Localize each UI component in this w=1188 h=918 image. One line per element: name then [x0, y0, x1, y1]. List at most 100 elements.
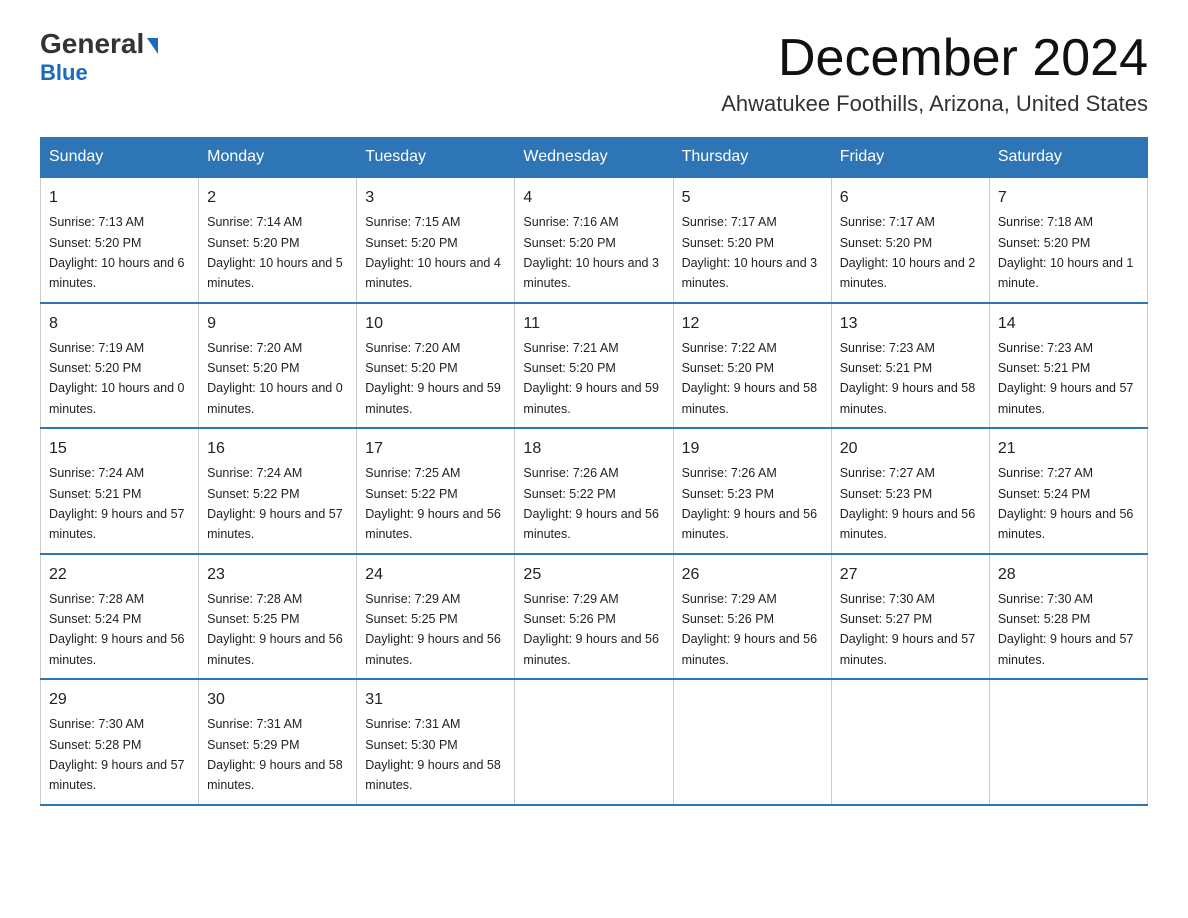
weekday-header-tuesday: Tuesday — [357, 138, 515, 178]
calendar-cell: 13 Sunrise: 7:23 AMSunset: 5:21 PMDayligh… — [831, 303, 989, 429]
day-number: 3 — [365, 186, 506, 210]
calendar-cell: 4 Sunrise: 7:16 AMSunset: 5:20 PMDaylight… — [515, 177, 673, 303]
day-number: 16 — [207, 437, 348, 461]
calendar-table: SundayMondayTuesdayWednesdayThursdayFrid… — [40, 137, 1148, 806]
day-info: Sunrise: 7:21 AMSunset: 5:20 PMDaylight:… — [523, 341, 659, 416]
day-info: Sunrise: 7:26 AMSunset: 5:22 PMDaylight:… — [523, 466, 659, 541]
weekday-header-wednesday: Wednesday — [515, 138, 673, 178]
logo: General Blue — [40, 30, 158, 86]
weekday-header-sunday: Sunday — [41, 138, 199, 178]
day-info: Sunrise: 7:17 AMSunset: 5:20 PMDaylight:… — [840, 215, 976, 290]
logo-blue: Blue — [40, 60, 88, 86]
day-number: 31 — [365, 688, 506, 712]
calendar-cell: 5Sunrise: 7:17 AMSunset: 5:20 PMDaylight… — [673, 177, 831, 303]
day-number: 30 — [207, 688, 348, 712]
calendar-cell: 16 Sunrise: 7:24 AMSunset: 5:22 PMDayligh… — [199, 428, 357, 554]
calendar-cell: 9 Sunrise: 7:20 AMSunset: 5:20 PMDaylight… — [199, 303, 357, 429]
calendar-cell — [515, 679, 673, 805]
day-info: Sunrise: 7:20 AMSunset: 5:20 PMDaylight:… — [207, 341, 343, 416]
calendar-cell: 15 Sunrise: 7:24 AMSunset: 5:21 PMDayligh… — [41, 428, 199, 554]
calendar-cell: 31 Sunrise: 7:31 AMSunset: 5:30 PMDayligh… — [357, 679, 515, 805]
calendar-cell: 24 Sunrise: 7:29 AMSunset: 5:25 PMDayligh… — [357, 554, 515, 680]
weekday-header-saturday: Saturday — [989, 138, 1147, 178]
day-number: 8 — [49, 312, 190, 336]
day-info: Sunrise: 7:29 AMSunset: 5:26 PMDaylight:… — [682, 592, 818, 667]
day-info: Sunrise: 7:24 AMSunset: 5:21 PMDaylight:… — [49, 466, 185, 541]
day-number: 1 — [49, 186, 190, 210]
day-number: 23 — [207, 563, 348, 587]
day-info: Sunrise: 7:29 AMSunset: 5:25 PMDaylight:… — [365, 592, 501, 667]
day-number: 9 — [207, 312, 348, 336]
calendar-cell: 19 Sunrise: 7:26 AMSunset: 5:23 PMDayligh… — [673, 428, 831, 554]
calendar-cell: 7Sunrise: 7:18 AMSunset: 5:20 PMDaylight… — [989, 177, 1147, 303]
day-number: 27 — [840, 563, 981, 587]
day-info: Sunrise: 7:22 AMSunset: 5:20 PMDaylight:… — [682, 341, 818, 416]
weekday-header-row: SundayMondayTuesdayWednesdayThursdayFrid… — [41, 138, 1148, 178]
day-number: 15 — [49, 437, 190, 461]
day-info: Sunrise: 7:28 AMSunset: 5:25 PMDaylight:… — [207, 592, 343, 667]
day-info: Sunrise: 7:23 AMSunset: 5:21 PMDaylight:… — [840, 341, 976, 416]
calendar-cell: 10 Sunrise: 7:20 AMSunset: 5:20 PMDayligh… — [357, 303, 515, 429]
calendar-cell: 30 Sunrise: 7:31 AMSunset: 5:29 PMDayligh… — [199, 679, 357, 805]
page-header: General Blue December 2024 Ahwatukee Foo… — [40, 30, 1148, 117]
day-number: 29 — [49, 688, 190, 712]
day-number: 13 — [840, 312, 981, 336]
day-number: 22 — [49, 563, 190, 587]
day-number: 7 — [998, 186, 1139, 210]
day-info: Sunrise: 7:26 AMSunset: 5:23 PMDaylight:… — [682, 466, 818, 541]
weekday-header-thursday: Thursday — [673, 138, 831, 178]
calendar-cell: 29 Sunrise: 7:30 AMSunset: 5:28 PMDayligh… — [41, 679, 199, 805]
day-number: 14 — [998, 312, 1139, 336]
day-info: Sunrise: 7:30 AMSunset: 5:27 PMDaylight:… — [840, 592, 976, 667]
calendar-week-row: 29 Sunrise: 7:30 AMSunset: 5:28 PMDayligh… — [41, 679, 1148, 805]
day-info: Sunrise: 7:28 AMSunset: 5:24 PMDaylight:… — [49, 592, 185, 667]
day-number: 10 — [365, 312, 506, 336]
calendar-week-row: 22 Sunrise: 7:28 AMSunset: 5:24 PMDayligh… — [41, 554, 1148, 680]
day-number: 20 — [840, 437, 981, 461]
day-info: Sunrise: 7:29 AMSunset: 5:26 PMDaylight:… — [523, 592, 659, 667]
calendar-cell: 27 Sunrise: 7:30 AMSunset: 5:27 PMDayligh… — [831, 554, 989, 680]
calendar-cell: 18 Sunrise: 7:26 AMSunset: 5:22 PMDayligh… — [515, 428, 673, 554]
day-info: Sunrise: 7:19 AMSunset: 5:20 PMDaylight:… — [49, 341, 185, 416]
calendar-cell — [673, 679, 831, 805]
day-number: 24 — [365, 563, 506, 587]
day-number: 26 — [682, 563, 823, 587]
calendar-cell: 8 Sunrise: 7:19 AMSunset: 5:20 PMDaylight… — [41, 303, 199, 429]
day-number: 4 — [523, 186, 664, 210]
calendar-week-row: 8 Sunrise: 7:19 AMSunset: 5:20 PMDaylight… — [41, 303, 1148, 429]
calendar-week-row: 15 Sunrise: 7:24 AMSunset: 5:21 PMDayligh… — [41, 428, 1148, 554]
calendar-cell: 17Sunrise: 7:25 AMSunset: 5:22 PMDayligh… — [357, 428, 515, 554]
day-info: Sunrise: 7:24 AMSunset: 5:22 PMDaylight:… — [207, 466, 343, 541]
calendar-cell: 14Sunrise: 7:23 AMSunset: 5:21 PMDayligh… — [989, 303, 1147, 429]
day-info: Sunrise: 7:15 AMSunset: 5:20 PMDaylight:… — [365, 215, 501, 290]
day-info: Sunrise: 7:25 AMSunset: 5:22 PMDaylight:… — [365, 466, 501, 541]
day-info: Sunrise: 7:13 AMSunset: 5:20 PMDaylight:… — [49, 215, 185, 290]
day-number: 28 — [998, 563, 1139, 587]
day-info: Sunrise: 7:31 AMSunset: 5:29 PMDaylight:… — [207, 717, 343, 792]
day-number: 11 — [523, 312, 664, 336]
day-number: 6 — [840, 186, 981, 210]
calendar-cell: 20Sunrise: 7:27 AMSunset: 5:23 PMDayligh… — [831, 428, 989, 554]
day-info: Sunrise: 7:30 AMSunset: 5:28 PMDaylight:… — [49, 717, 185, 792]
day-info: Sunrise: 7:20 AMSunset: 5:20 PMDaylight:… — [365, 341, 501, 416]
calendar-cell: 26 Sunrise: 7:29 AMSunset: 5:26 PMDayligh… — [673, 554, 831, 680]
calendar-cell: 1 Sunrise: 7:13 AMSunset: 5:20 PMDaylight… — [41, 177, 199, 303]
day-number: 19 — [682, 437, 823, 461]
calendar-cell: 23 Sunrise: 7:28 AMSunset: 5:25 PMDayligh… — [199, 554, 357, 680]
calendar-cell: 28Sunrise: 7:30 AMSunset: 5:28 PMDayligh… — [989, 554, 1147, 680]
calendar-cell: 3 Sunrise: 7:15 AMSunset: 5:20 PMDaylight… — [357, 177, 515, 303]
day-number: 2 — [207, 186, 348, 210]
calendar-cell: 2Sunrise: 7:14 AMSunset: 5:20 PMDaylight… — [199, 177, 357, 303]
location-title: Ahwatukee Foothills, Arizona, United Sta… — [721, 91, 1148, 117]
calendar-cell — [989, 679, 1147, 805]
weekday-header-monday: Monday — [199, 138, 357, 178]
day-info: Sunrise: 7:27 AMSunset: 5:24 PMDaylight:… — [998, 466, 1134, 541]
day-number: 25 — [523, 563, 664, 587]
day-info: Sunrise: 7:31 AMSunset: 5:30 PMDaylight:… — [365, 717, 501, 792]
month-title: December 2024 — [721, 30, 1148, 87]
calendar-cell: 11 Sunrise: 7:21 AMSunset: 5:20 PMDayligh… — [515, 303, 673, 429]
day-info: Sunrise: 7:17 AMSunset: 5:20 PMDaylight:… — [682, 215, 818, 290]
day-number: 18 — [523, 437, 664, 461]
day-info: Sunrise: 7:16 AMSunset: 5:20 PMDaylight:… — [523, 215, 659, 290]
calendar-cell: 12Sunrise: 7:22 AMSunset: 5:20 PMDayligh… — [673, 303, 831, 429]
